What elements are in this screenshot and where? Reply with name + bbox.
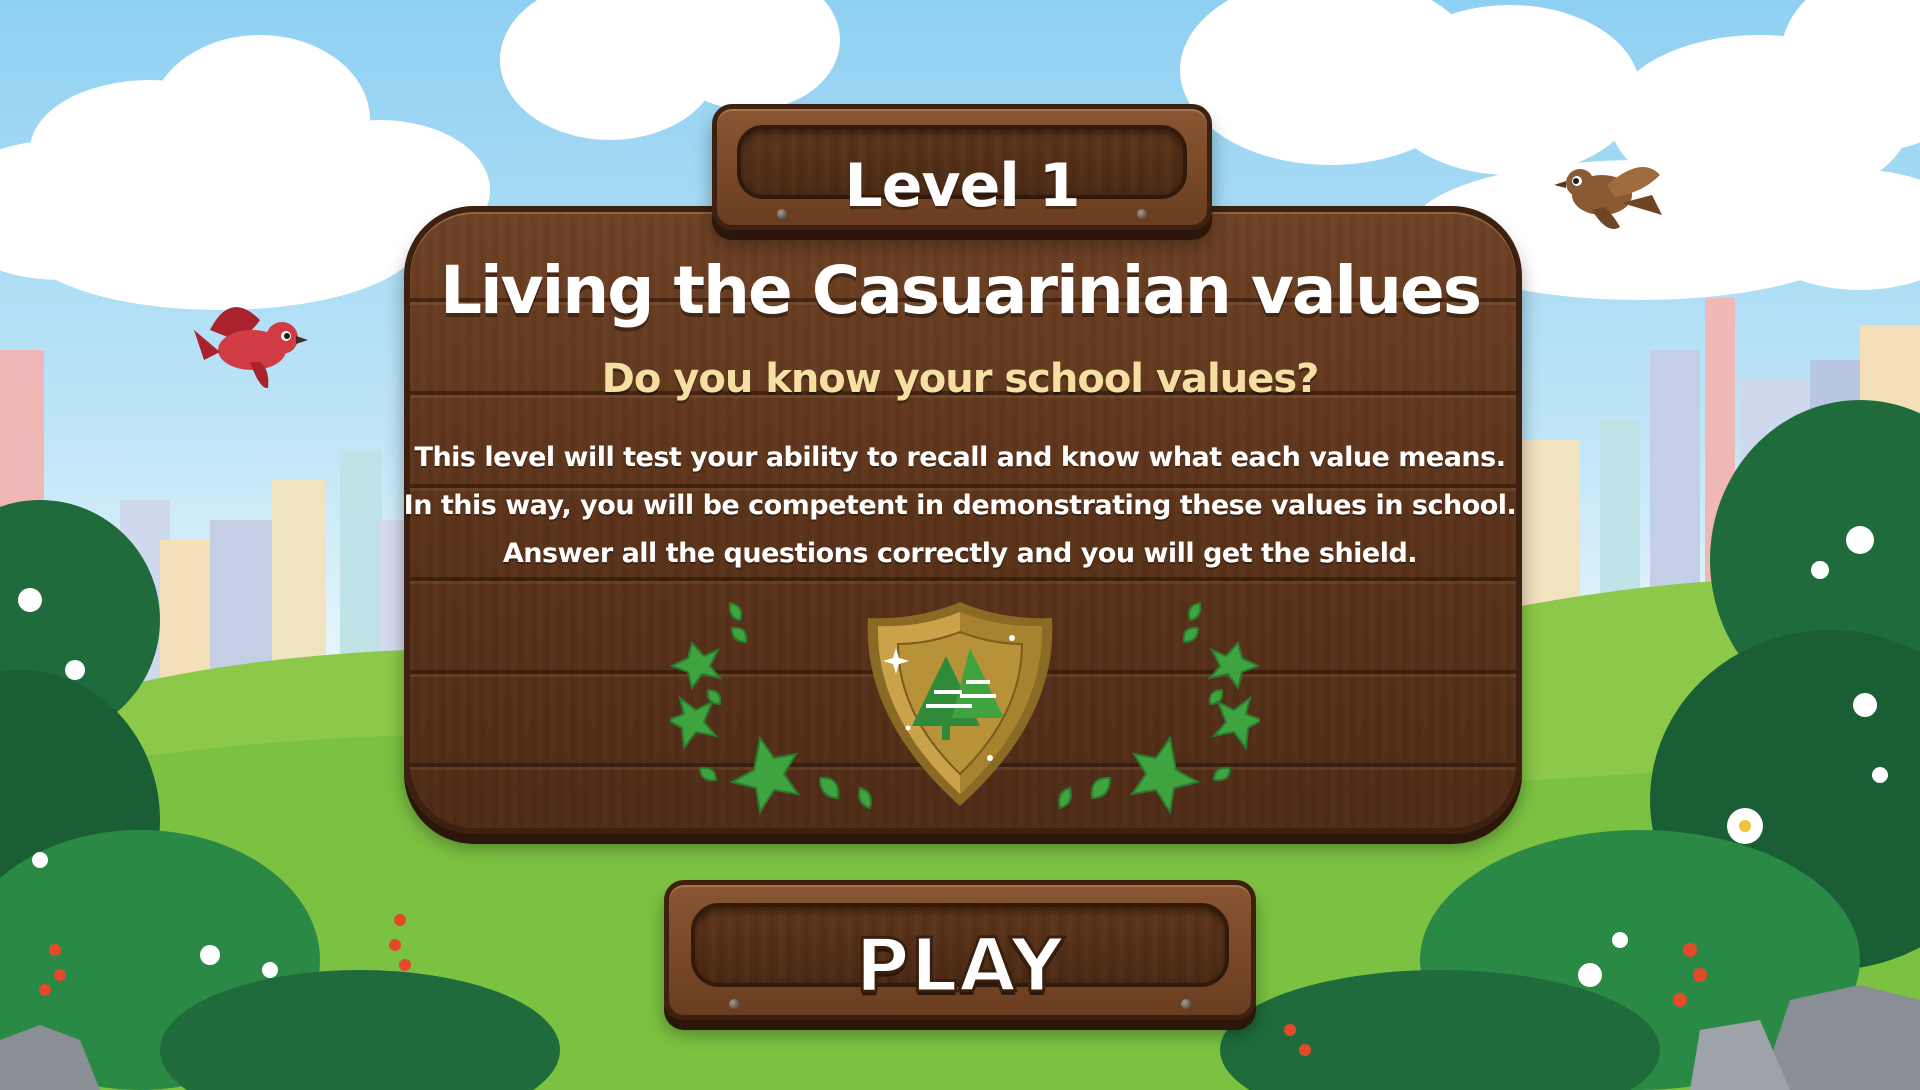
level-badge: Level 1 (712, 104, 1212, 230)
level-title: Living the Casuarinian values (439, 252, 1482, 329)
leaf-wreath-right-icon (1058, 601, 1260, 815)
nail-icon (1137, 209, 1147, 219)
description-line: In this way, you will be competent in de… (403, 490, 1517, 521)
level-badge-inner: Level 1 (737, 125, 1187, 221)
game-scene: Level 1 Living the Casuarinian values Do… (0, 0, 1920, 1090)
play-button-inner: PLAY (691, 903, 1229, 1011)
level-subtitle: Do you know your school values? (601, 356, 1320, 402)
nail-icon (729, 999, 739, 1009)
level-label: Level 1 (844, 151, 1081, 221)
play-button[interactable]: PLAY (664, 880, 1256, 1020)
nail-icon (777, 209, 787, 219)
description-line: Answer all the questions correctly and y… (502, 538, 1418, 569)
description-line: This level will test your ability to rec… (414, 442, 1506, 473)
brown-bird-icon (1554, 167, 1662, 229)
nail-icon (1181, 999, 1191, 1009)
shield-with-trees-icon (867, 602, 1053, 806)
play-label: PLAY (854, 922, 1065, 1011)
